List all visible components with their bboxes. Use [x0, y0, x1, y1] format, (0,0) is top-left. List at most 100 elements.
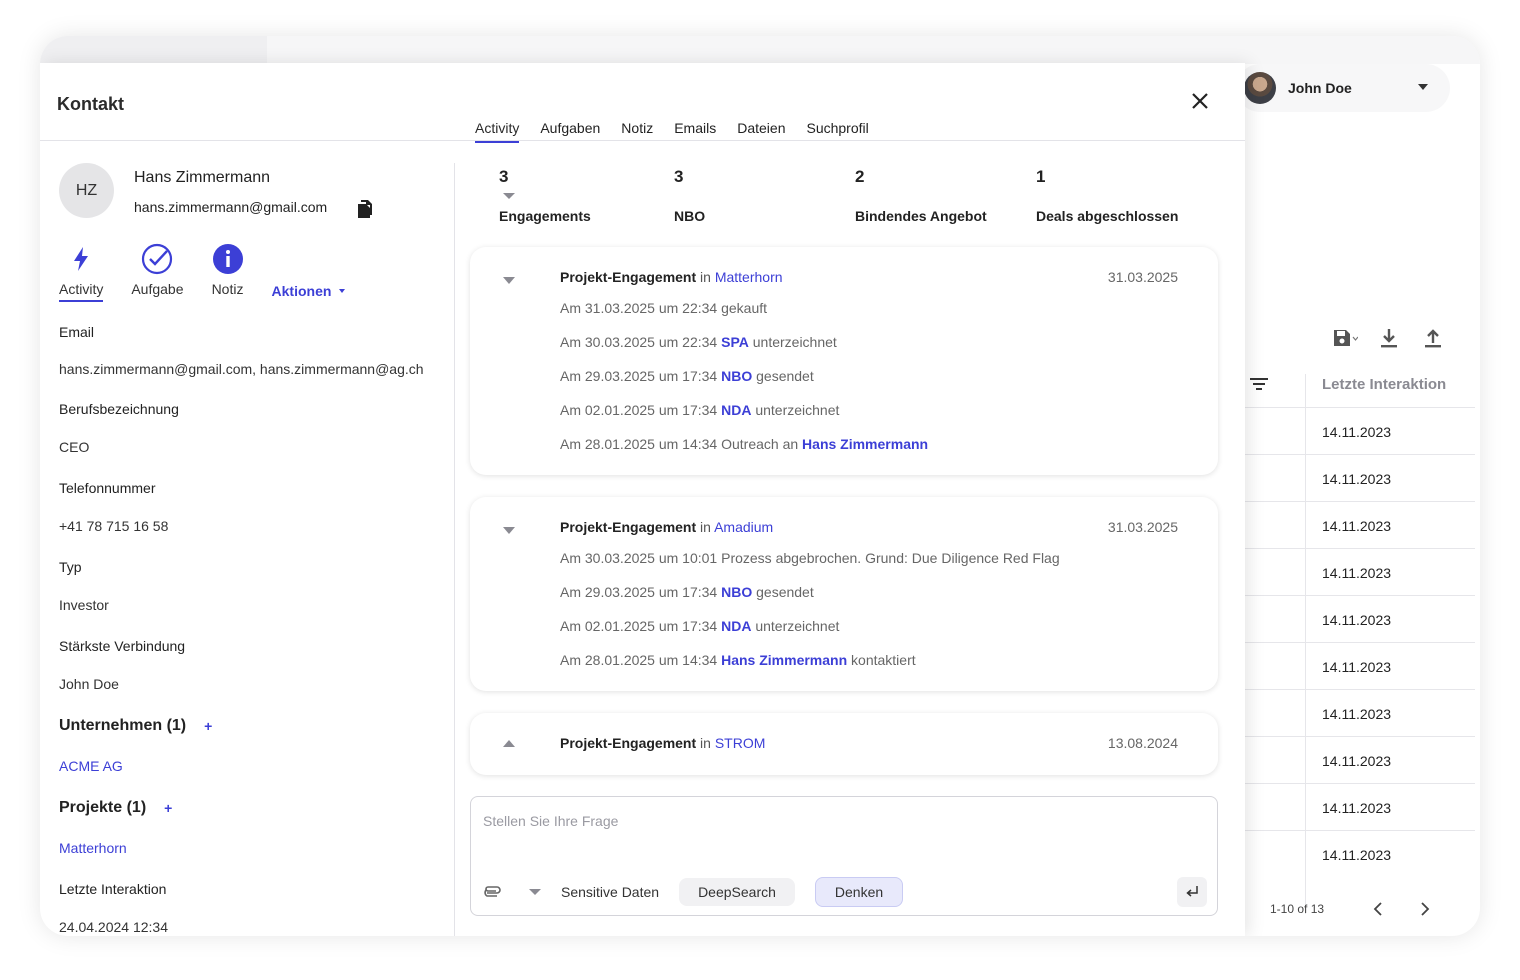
event-link[interactable]: NDA: [721, 618, 751, 634]
event-link[interactable]: NBO: [721, 584, 752, 600]
stat-value: 3: [499, 167, 509, 186]
close-button[interactable]: [1186, 87, 1214, 115]
user-avatar: [1244, 72, 1276, 104]
sensitive-data-label[interactable]: Sensitive Daten: [561, 884, 659, 900]
activity-event: Am 02.01.2025 um 17:34 NDA unterzeichnet: [560, 402, 839, 418]
field-value-last-interaction: 24.04.2024 12:34: [59, 919, 168, 935]
check-circle-icon: [141, 243, 173, 275]
chevron-down-icon[interactable]: [529, 889, 541, 895]
stat-value: 3: [674, 167, 684, 186]
top-bar-sidebar: [40, 36, 267, 64]
paperclip-icon[interactable]: [483, 884, 503, 900]
chevron-left-icon[interactable]: [1370, 900, 1386, 918]
activity-event: Am 29.03.2025 um 17:34 NBO gesendet: [560, 368, 814, 384]
field-label-type: Typ: [59, 559, 82, 575]
upload-icon[interactable]: [1420, 326, 1446, 350]
tab-dateien[interactable]: Dateien: [737, 118, 785, 140]
copy-icon[interactable]: [356, 199, 374, 219]
app-window: John Doe Letzte Interaktion 14.11.2023 14…: [40, 36, 1480, 936]
table-row[interactable]: 14.11.2023: [1245, 595, 1475, 642]
engagement-project-link[interactable]: STROM: [715, 735, 766, 751]
table-cell-date: 14.11.2023: [1322, 800, 1392, 816]
event-link[interactable]: NBO: [721, 368, 752, 384]
bolt-icon: [65, 243, 97, 275]
denken-chip[interactable]: Denken: [814, 877, 904, 907]
table-row[interactable]: 14.11.2023: [1245, 830, 1475, 877]
chat-toolbar: Sensitive Daten DeepSearch Denken: [483, 877, 923, 907]
table-cell-date: 14.11.2023: [1322, 565, 1392, 581]
engagement-card[interactable]: Projekt-Engagement in Matterhorn 31.03.20…: [470, 247, 1218, 475]
event-link[interactable]: Hans Zimmermann: [721, 652, 847, 668]
table-cell-date: 14.11.2023: [1322, 424, 1392, 440]
event-text: gesendet: [752, 584, 814, 600]
stat-value: 1: [1036, 167, 1046, 186]
field-label-connection: Stärkste Verbindung: [59, 638, 186, 654]
engagement-card[interactable]: Projekt-Engagement in Amadium 31.03.2025 A…: [470, 497, 1218, 691]
send-button[interactable]: [1177, 877, 1207, 907]
field-label-phone: Telefonnummer: [59, 480, 156, 496]
add-project-button[interactable]: +: [164, 800, 172, 816]
enter-icon: [1186, 886, 1198, 897]
company-link[interactable]: ACME AG: [59, 758, 123, 774]
event-text: unterzeichnet: [748, 334, 837, 350]
table-row[interactable]: 14.11.2023: [1245, 407, 1475, 454]
table-body: 14.11.2023 14.11.2023 14.11.2023 14.11.2023…: [1245, 407, 1475, 877]
event-text: kontaktiert: [847, 652, 916, 668]
download-icon[interactable]: [1376, 326, 1402, 350]
event-text: Am 28.01.2025 um 14:34 Outreach an: [560, 436, 803, 452]
table-row[interactable]: 14.11.2023: [1245, 548, 1475, 595]
table-row[interactable]: 14.11.2023: [1245, 736, 1475, 783]
filter-icon[interactable]: [1248, 376, 1270, 392]
table-toolbar: [1332, 326, 1446, 350]
tab-aufgaben[interactable]: Aufgaben: [540, 118, 600, 140]
modal-tabs: Activity Aufgaben Notiz Emails Dateien Suchpr…: [475, 118, 890, 143]
projects-heading: Projekte (1) +: [59, 799, 172, 817]
contact-email: hans.zimmermann@gmail.com: [134, 199, 328, 215]
deepsearch-chip[interactable]: DeepSearch: [679, 878, 795, 906]
quick-action-notiz[interactable]: Notiz: [212, 243, 244, 297]
event-text: Am 29.03.2025 um 17:34: [560, 368, 722, 384]
quick-action-label: Activity: [59, 281, 104, 297]
table-row[interactable]: 14.11.2023: [1245, 783, 1475, 830]
engagement-date: 13.08.2024: [1107, 735, 1178, 751]
event-link[interactable]: NDA: [721, 402, 751, 418]
tab-suchprofil[interactable]: Suchprofil: [806, 118, 868, 140]
chevron-right-icon[interactable]: [1417, 900, 1433, 918]
event-link[interactable]: SPA: [721, 334, 749, 350]
activity-event: Am 31.03.2025 um 22:34 gekauft: [560, 300, 767, 316]
engagement-project-link[interactable]: Amadium: [714, 519, 773, 535]
chat-input[interactable]: Stellen Sie Ihre Frage: [483, 813, 618, 829]
table-cell-date: 14.11.2023: [1322, 471, 1392, 487]
column-header-letzte-interaktion[interactable]: Letzte Interaktion: [1322, 376, 1446, 393]
table-row[interactable]: 14.11.2023: [1245, 454, 1475, 501]
engagement-type: Projekt-Engagement: [560, 735, 697, 751]
table-cell-date: 14.11.2023: [1322, 847, 1392, 863]
chevron-down-icon[interactable]: [503, 527, 515, 534]
quick-action-aufgabe[interactable]: Aufgabe: [131, 243, 184, 297]
tab-activity[interactable]: Activity: [475, 118, 520, 143]
save-icon[interactable]: [1332, 326, 1358, 350]
quick-action-label: Notiz: [211, 281, 244, 297]
engagement-card[interactable]: Projekt-Engagement in STROM 13.08.2024: [470, 713, 1218, 775]
activity-event: Am 28.01.2025 um 14:34 Outreach an Hans …: [560, 436, 928, 452]
user-menu[interactable]: John Doe: [1236, 64, 1450, 112]
event-link[interactable]: Hans Zimmermann: [802, 436, 928, 452]
tab-emails[interactable]: Emails: [674, 118, 716, 140]
table-row[interactable]: 14.11.2023: [1245, 689, 1475, 736]
add-company-button[interactable]: +: [204, 718, 212, 734]
engagement-in: in: [700, 269, 711, 285]
table-row[interactable]: 14.11.2023: [1245, 642, 1475, 689]
activity-event: Am 30.03.2025 um 22:34 SPA unterzeichnet: [560, 334, 837, 350]
event-text: Am 31.03.2025 um 22:34 gekauft: [560, 300, 768, 316]
tab-notiz[interactable]: Notiz: [621, 118, 653, 140]
user-name: John Doe: [1288, 80, 1352, 96]
table-row[interactable]: 14.11.2023: [1245, 501, 1475, 548]
chevron-down-icon[interactable]: [503, 277, 515, 284]
project-link[interactable]: Matterhorn: [59, 840, 127, 856]
engagement-project-link[interactable]: Matterhorn: [715, 269, 783, 285]
activity-event: Am 02.01.2025 um 17:34 NDA unterzeichnet: [560, 618, 839, 634]
chevron-up-icon[interactable]: [503, 740, 515, 747]
aktionen-dropdown[interactable]: Aktionen: [272, 283, 346, 299]
quick-action-activity[interactable]: Activity: [59, 243, 104, 302]
stats-bar: 3 Engagements 3 NBO 2 Bindendes Angebot 1 Deals…: [499, 167, 1239, 237]
